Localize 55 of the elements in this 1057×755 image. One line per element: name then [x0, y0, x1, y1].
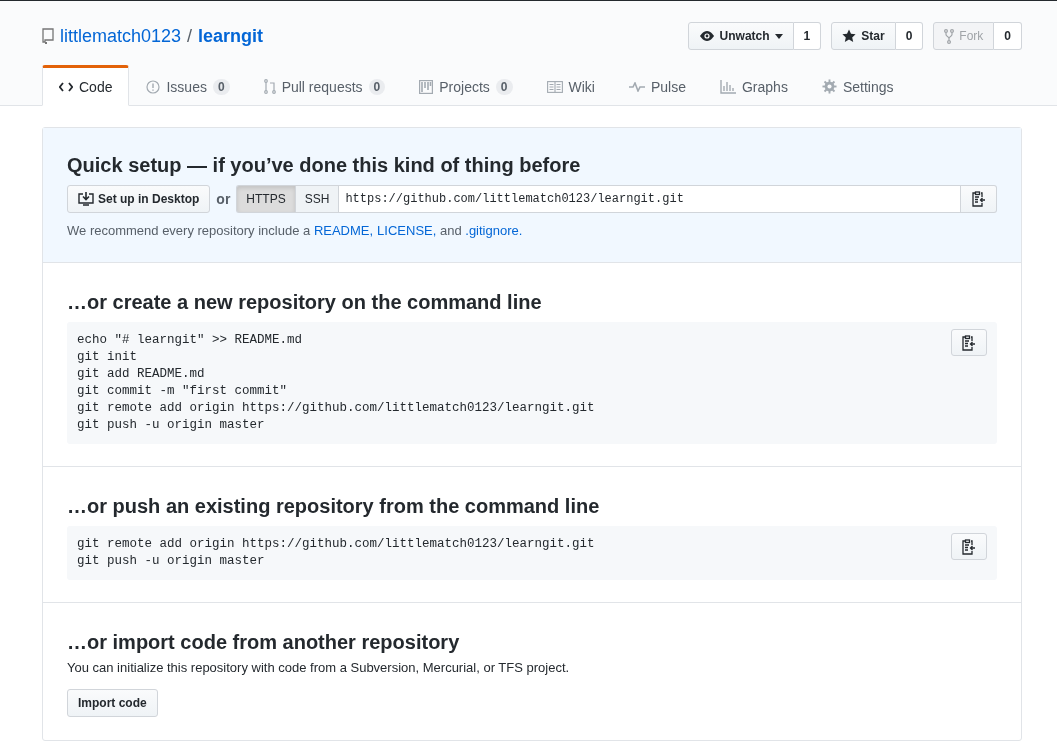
tab-counter: 0 [495, 78, 513, 95]
eye-button[interactable]: Unwatch [687, 22, 794, 50]
book-icon [546, 80, 563, 93]
import-code-button[interactable]: Import code [67, 689, 158, 717]
setup-desktop-button[interactable]: Set up in Desktop [67, 185, 211, 213]
pull-request-icon [263, 79, 276, 94]
clipboard-icon [971, 191, 986, 207]
star-icon [842, 29, 857, 43]
eye-icon [698, 30, 715, 42]
path-separator: / [187, 25, 193, 47]
repo-owner-link[interactable]: littlematch0123 [60, 25, 182, 47]
section-heading: …or create a new repository on the command line [67, 291, 543, 314]
or-label: or [216, 191, 231, 207]
file-link[interactable]: README, [313, 223, 374, 238]
gear-icon [821, 79, 837, 94]
code-block: echo "# learngit" >> README.md git init git add README.md git commit -m "first commit" git remote add origin https://github.com/littlematch0123/learngit.git git push -u origin master [67, 322, 997, 444]
clone-url-field[interactable]: https://github.com/littlematch0123/learngit.git [338, 185, 961, 213]
star-button[interactable]: Star [831, 22, 896, 50]
repo-tab[interactable]: Pulse [611, 65, 703, 106]
section-heading: …or import code from another repository [67, 631, 461, 654]
section-heading: Quick setup — if you’ve done this kind of thing before [67, 154, 582, 177]
repo-tab[interactable]: Issues 0 [129, 65, 247, 106]
star-count[interactable]: 0 [895, 22, 924, 50]
fork-icon [944, 28, 955, 44]
protocol-toggle[interactable]: SSH [294, 185, 339, 213]
repo-name-link[interactable]: learngit [198, 25, 264, 47]
recommendation-text: We recommend every repository include a README, LICENSE, and .gitignore. [67, 223, 524, 238]
code-block: git remote add origin https://github.com/littlematch0123/learngit.git git push -u origin master [67, 526, 997, 580]
file-link[interactable]: .gitignore. [465, 223, 523, 238]
clipboard-icon [962, 334, 976, 351]
code-icon [59, 81, 73, 92]
desktop-download-icon [78, 191, 94, 207]
repo-tab[interactable]: Projects 0 [402, 65, 530, 106]
bar-graph-icon [720, 79, 736, 94]
tab-counter: 0 [368, 78, 386, 95]
file-link[interactable]: LICENSE, [377, 223, 437, 238]
issue-icon [146, 79, 161, 94]
section-heading: …or push an existing repository from the command line [67, 495, 601, 518]
eye-count[interactable]: 1 [793, 22, 822, 50]
tab-counter: 0 [212, 78, 230, 95]
clipboard-icon [962, 538, 976, 555]
repo-tab[interactable]: Settings [804, 65, 911, 106]
repo-icon [42, 28, 54, 44]
caret-icon [774, 33, 783, 39]
import-description: You can initialize this repository with code from a Subversion, Mercurial, or TFS project. [67, 660, 571, 675]
copy-button[interactable] [951, 533, 987, 560]
repo-tab[interactable]: Pull requests 0 [246, 65, 403, 106]
copy-button[interactable] [961, 185, 997, 213]
repo-tab[interactable]: Code [42, 65, 130, 106]
protocol-toggle[interactable]: HTTPS [236, 185, 295, 213]
project-board-icon [419, 79, 434, 94]
repo-tab[interactable]: Graphs [703, 65, 805, 106]
copy-button[interactable] [951, 329, 987, 356]
pulse-icon [628, 81, 645, 92]
repo-tab[interactable]: Wiki [529, 65, 612, 106]
